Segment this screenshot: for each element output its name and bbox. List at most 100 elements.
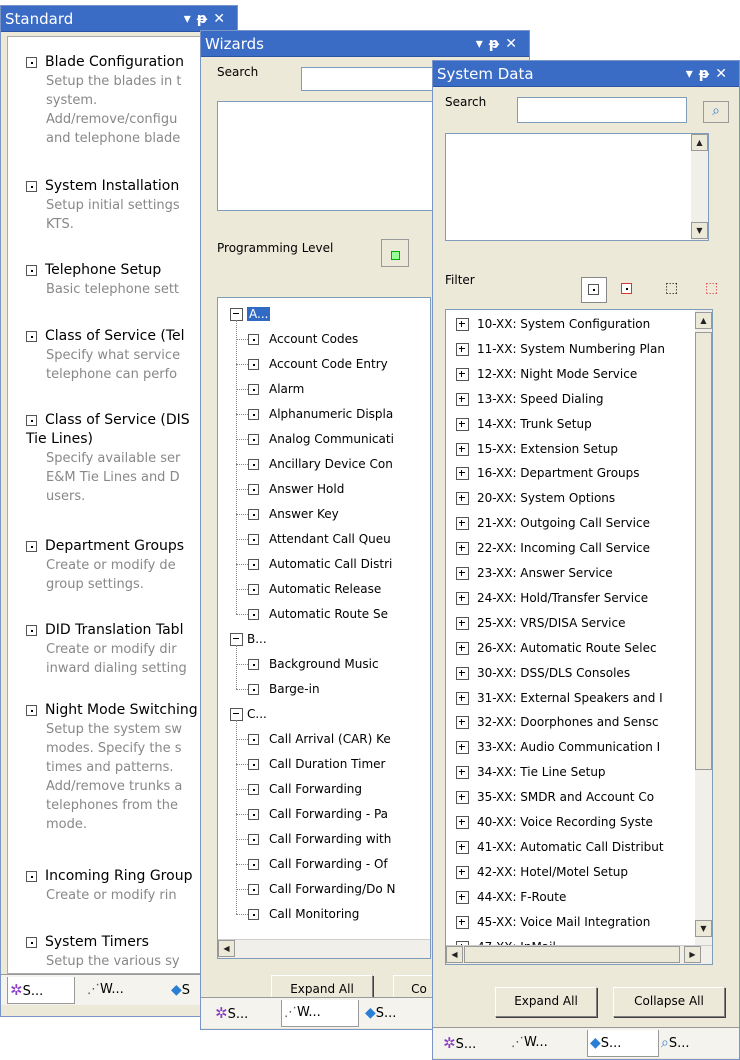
- expand-icon[interactable]: [456, 766, 469, 780]
- tree-item[interactable]: Answer Key: [248, 502, 339, 527]
- expand-icon[interactable]: [456, 417, 469, 431]
- hscroll-thumb[interactable]: [464, 946, 680, 963]
- standard-item[interactable]: Class of Service (Tel Specify what servic…: [26, 327, 226, 384]
- system-data-item[interactable]: 32-XX: Doorphones and Sensc: [456, 710, 659, 735]
- close-icon[interactable]: ✕: [505, 36, 523, 52]
- system-data-titlebar[interactable]: System Data ▾ᵽ✕: [433, 61, 739, 87]
- tree-item[interactable]: Automatic Route Se: [248, 602, 388, 627]
- standard-item[interactable]: Class of Service (DIS Tie Lines) Specify …: [26, 411, 226, 506]
- expand-icon[interactable]: [456, 791, 469, 805]
- tree-item[interactable]: Ancillary Device Con: [248, 452, 393, 477]
- system-data-item[interactable]: 13-XX: Speed Dialing: [456, 387, 604, 412]
- expand-icon[interactable]: [456, 915, 469, 929]
- dropdown-icon[interactable]: ▾: [686, 66, 699, 82]
- expand-icon[interactable]: [456, 816, 469, 829]
- expand-icon[interactable]: [456, 567, 469, 580]
- expand-icon[interactable]: [456, 517, 469, 531]
- expand-icon[interactable]: [456, 367, 469, 381]
- standard-item[interactable]: DID Translation Tabl Create or modify dir…: [26, 621, 226, 678]
- expand-icon[interactable]: [456, 865, 469, 879]
- system-data-item[interactable]: 42-XX: Hotel/Motel Setup: [456, 860, 628, 885]
- tab-system-data[interactable]: ◆S...: [587, 1030, 659, 1057]
- tab-standard[interactable]: ✲S...: [441, 1030, 503, 1056]
- tree-item[interactable]: Call Forwarding/Do N: [248, 877, 395, 902]
- wizards-titlebar[interactable]: Wizards ▾ᵽ✕: [201, 31, 529, 57]
- standard-item[interactable]: System Timers Setup the various sy: [26, 933, 226, 971]
- system-data-item[interactable]: 31-XX: External Speakers and I: [456, 686, 663, 711]
- dropdown-icon[interactable]: ▾: [184, 11, 197, 27]
- tree-item[interactable]: Call Forwarding - Pa: [248, 802, 388, 827]
- system-data-item[interactable]: 30-XX: DSS/DLS Consoles: [456, 661, 630, 686]
- expand-icon[interactable]: [456, 467, 469, 481]
- standard-item[interactable]: Department Groups Create or modify de gro…: [26, 537, 226, 594]
- expand-icon[interactable]: [456, 342, 469, 356]
- tab-wizards[interactable]: ⋰W...: [85, 977, 157, 1003]
- expand-icon[interactable]: [456, 318, 469, 331]
- pin-icon[interactable]: ᵽ: [197, 11, 213, 27]
- system-data-item[interactable]: 20-XX: System Options: [456, 486, 615, 511]
- tab-standard[interactable]: ✲S...: [213, 1000, 279, 1026]
- system-data-item[interactable]: 45-XX: Voice Mail Integration: [456, 910, 650, 935]
- filter-red-button[interactable]: [621, 281, 632, 296]
- expand-icon[interactable]: [456, 890, 469, 904]
- system-data-item[interactable]: 41-XX: Automatic Call Distribut: [456, 835, 664, 860]
- system-data-item[interactable]: 24-XX: Hold/Transfer Service: [456, 586, 648, 611]
- expand-icon[interactable]: [456, 591, 469, 605]
- tree-item[interactable]: Analog Communicati: [248, 427, 394, 452]
- standard-item[interactable]: Night Mode Switching Setup the system sw …: [26, 701, 226, 834]
- wizards-search-input[interactable]: [301, 67, 441, 91]
- tree-item[interactable]: Call Duration Timer: [248, 752, 385, 777]
- expand-icon[interactable]: [456, 840, 469, 854]
- tree-item[interactable]: Call Forwarding with: [248, 827, 391, 852]
- system-data-expand-all-button[interactable]: Expand All: [495, 987, 597, 1017]
- standard-item[interactable]: System Installation Setup initial setting…: [26, 177, 226, 234]
- list-hscroll[interactable]: ◀ ▶: [446, 945, 712, 964]
- tab-system-data[interactable]: ◆S...: [363, 1000, 425, 1026]
- system-data-item[interactable]: 23-XX: Answer Service: [456, 561, 613, 586]
- scroll-right-button[interactable]: ▶: [684, 946, 701, 963]
- tree-item[interactable]: Account Codes: [248, 327, 358, 352]
- system-data-item[interactable]: 44-XX: F-Route: [456, 885, 566, 910]
- tab-wizards[interactable]: ⋰W...: [281, 1000, 359, 1027]
- standard-item[interactable]: Incoming Ring Group Create or modify rin: [26, 867, 226, 905]
- results-vscroll[interactable]: ▲ ▼: [691, 134, 708, 240]
- tree-item[interactable]: Account Code Entry: [248, 352, 388, 377]
- expand-icon[interactable]: [456, 392, 469, 406]
- system-data-item[interactable]: 21-XX: Outgoing Call Service: [456, 511, 650, 536]
- tree-item[interactable]: Call Forwarding - Of: [248, 852, 388, 877]
- expand-icon[interactable]: [456, 691, 469, 705]
- close-icon[interactable]: ✕: [715, 66, 733, 82]
- tree-item[interactable]: Call Forwarding: [248, 777, 362, 802]
- filter-all-button[interactable]: [581, 277, 607, 303]
- system-data-item[interactable]: 26-XX: Automatic Route Selec: [456, 636, 657, 661]
- tree-item[interactable]: Alarm: [248, 377, 304, 402]
- standard-item[interactable]: Telephone Setup Basic telephone sett: [26, 261, 226, 299]
- expand-icon[interactable]: [456, 492, 469, 506]
- system-data-item[interactable]: 40-XX: Voice Recording Syste: [456, 810, 653, 835]
- system-data-item[interactable]: 35-XX: SMDR and Account Co: [456, 785, 654, 810]
- system-data-collapse-all-button[interactable]: Collapse All: [613, 987, 725, 1017]
- scroll-up-button[interactable]: ▲: [695, 312, 712, 329]
- system-data-search-input[interactable]: [517, 97, 687, 123]
- scroll-thumb[interactable]: [695, 332, 712, 770]
- expand-icon[interactable]: [456, 741, 469, 755]
- system-data-item[interactable]: 10-XX: System Configuration: [456, 312, 650, 337]
- system-data-item[interactable]: 25-XX: VRS/DISA Service: [456, 611, 626, 636]
- expand-icon[interactable]: [456, 641, 469, 655]
- system-data-item[interactable]: 33-XX: Audio Communication I: [456, 735, 660, 760]
- wizards-hscroll[interactable]: ◀: [218, 939, 430, 958]
- scroll-down-button[interactable]: ▼: [691, 222, 708, 239]
- pin-icon[interactable]: ᵽ: [699, 66, 715, 82]
- tree-item[interactable]: Alphanumeric Displa: [248, 402, 393, 427]
- programming-level-indicator[interactable]: [381, 239, 409, 267]
- system-data-item[interactable]: 16-XX: Department Groups: [456, 461, 640, 486]
- expand-icon[interactable]: [456, 666, 469, 680]
- pin-icon[interactable]: ᵽ: [489, 36, 505, 52]
- tree-item[interactable]: Call Monitoring: [248, 902, 359, 927]
- close-icon[interactable]: ✕: [213, 11, 231, 27]
- system-data-item[interactable]: 14-XX: Trunk Setup: [456, 412, 592, 437]
- tree-item[interactable]: Attendant Call Queu: [248, 527, 391, 552]
- filter-pointer-button[interactable]: ⬚: [665, 281, 678, 295]
- tree-item[interactable]: Barge-in: [248, 677, 320, 702]
- standard-titlebar[interactable]: Standard ▾ᵽ✕: [1, 6, 237, 32]
